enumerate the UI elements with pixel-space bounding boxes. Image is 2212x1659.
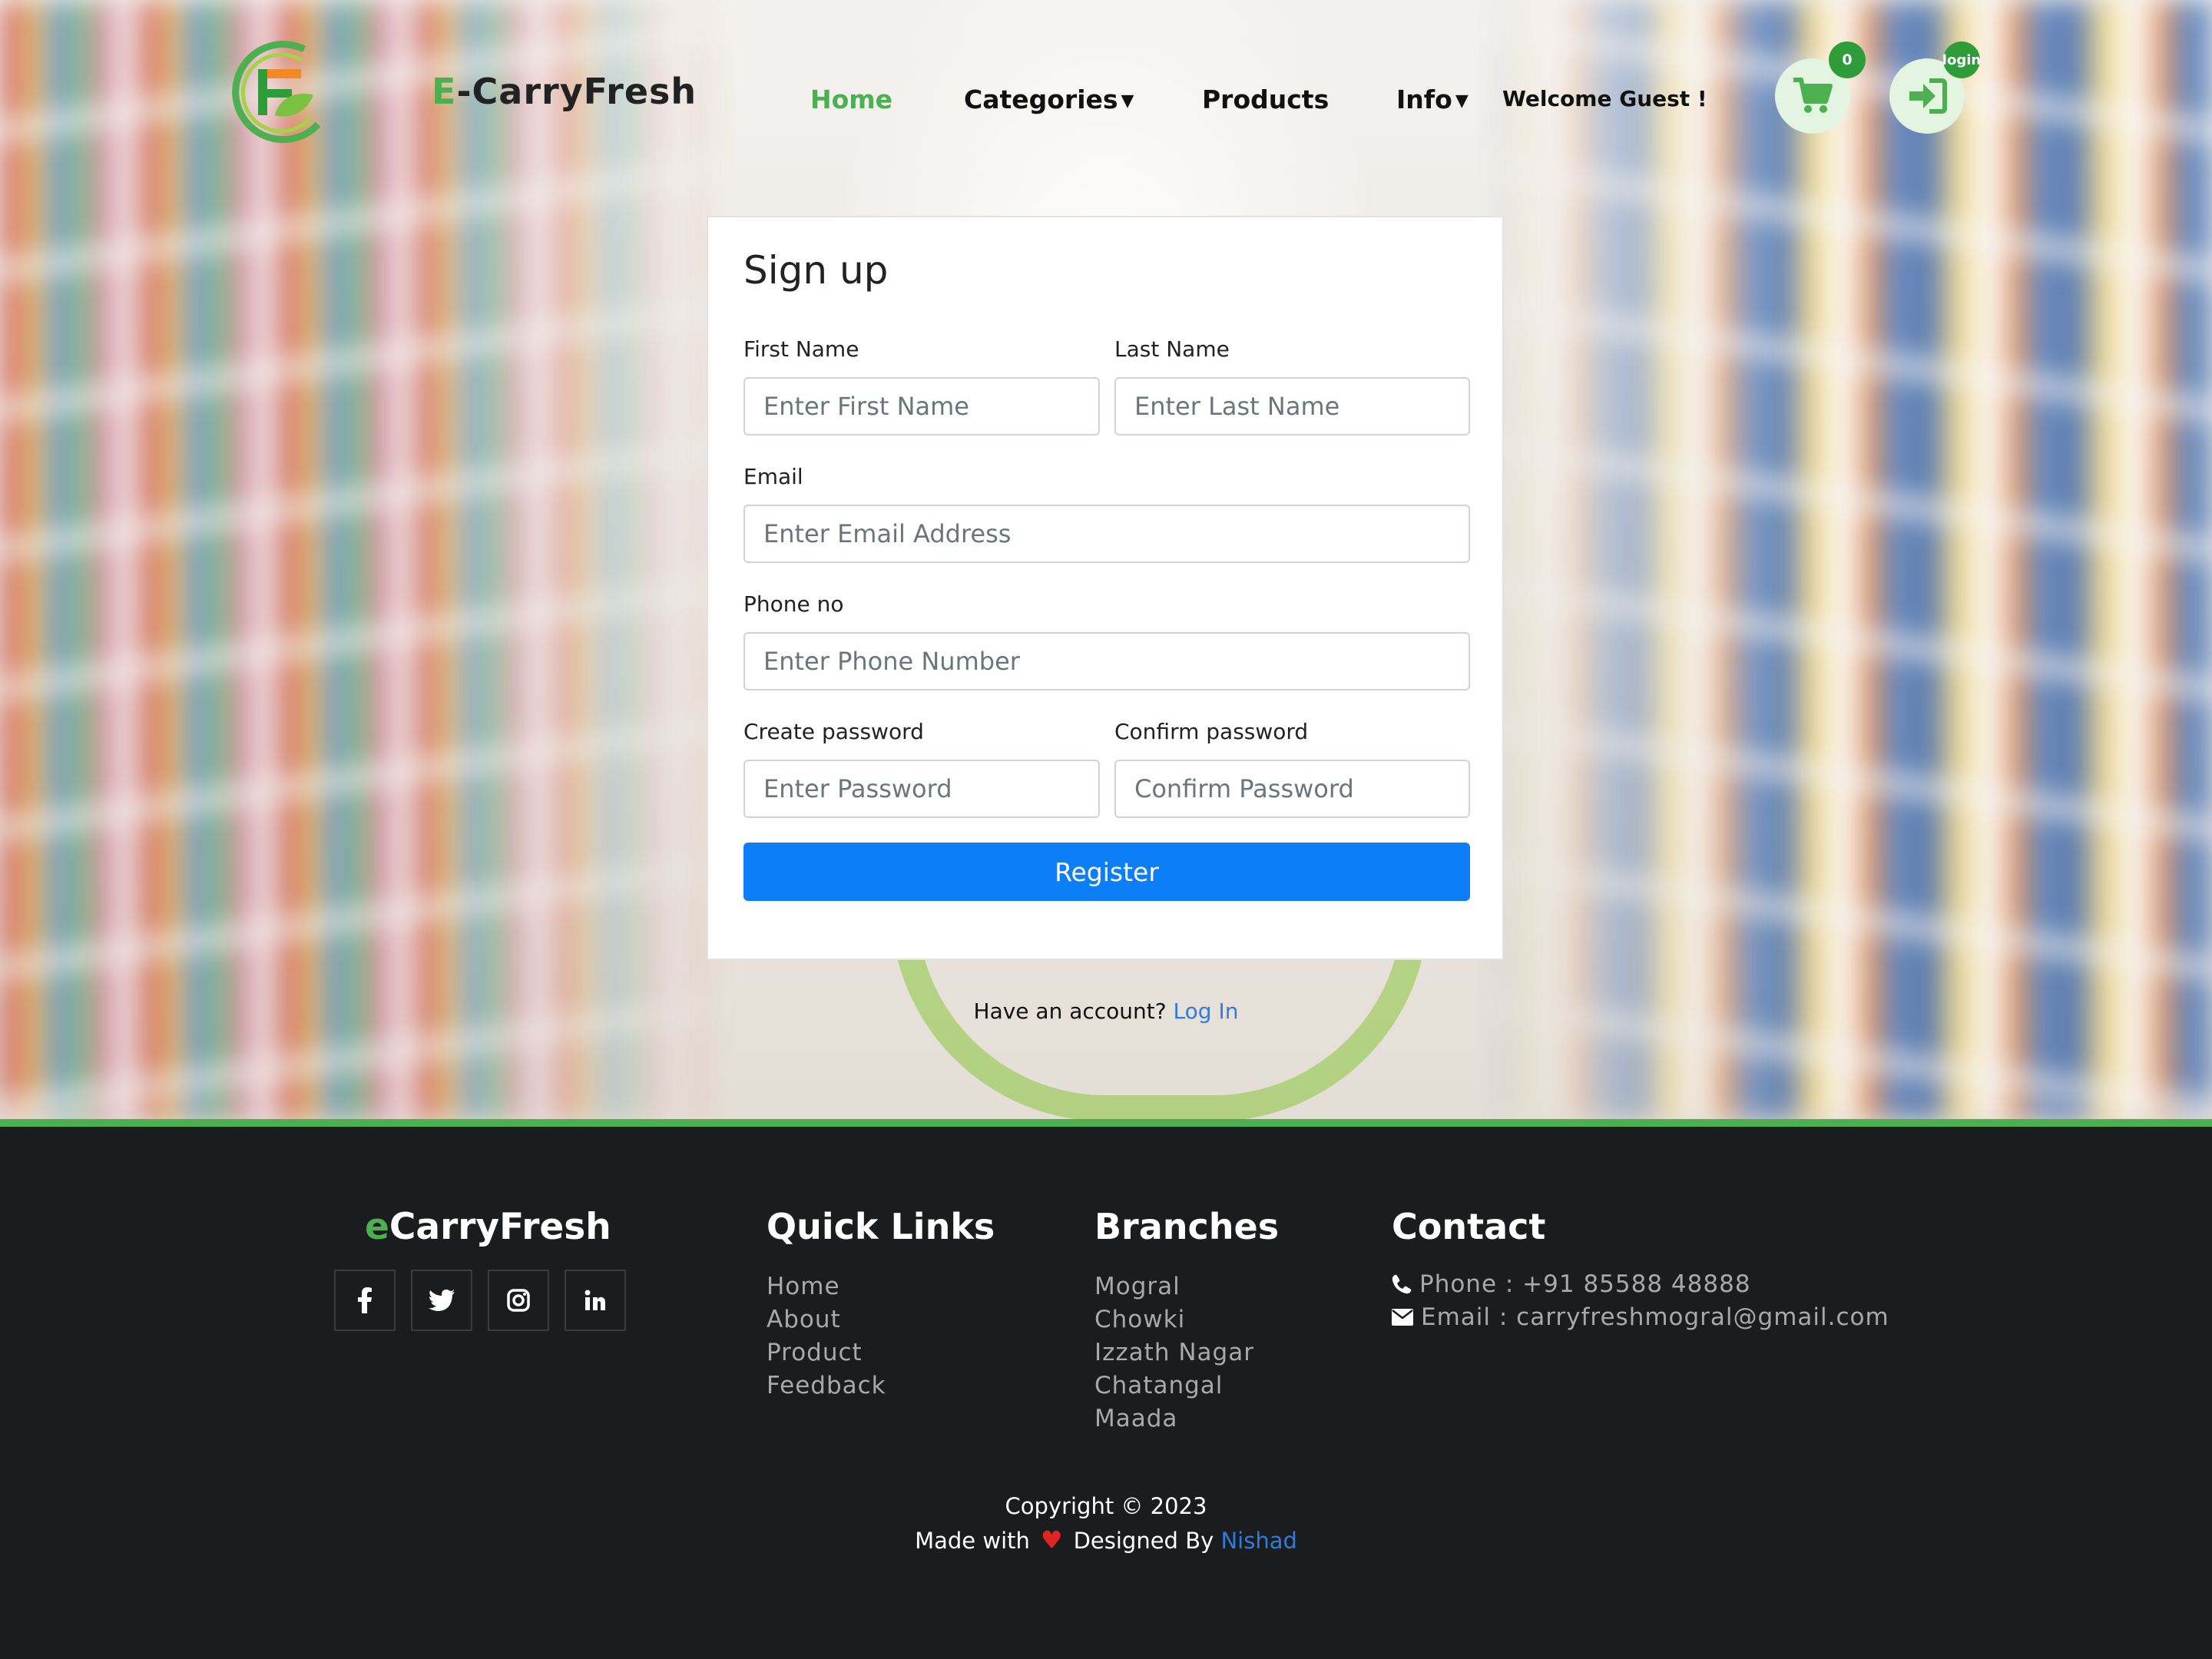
phone-input[interactable]: [743, 632, 1470, 690]
designed-by-text: Designed By: [1073, 1528, 1214, 1554]
credits-line: Made with ♥ Designed By Nishad: [0, 1525, 2212, 1555]
nav-categories-label: Categories: [964, 84, 1118, 114]
twitter-icon[interactable]: [411, 1270, 472, 1331]
copyright: Copyright © 2023: [1005, 1493, 1207, 1519]
password-input[interactable]: [743, 760, 1100, 818]
quick-links-title: Quick Links: [767, 1206, 995, 1247]
branches-title: Branches: [1094, 1206, 1280, 1247]
email-label: Email: [743, 464, 803, 489]
login-link[interactable]: Log In: [1174, 998, 1239, 1024]
password-label: Create password: [743, 719, 924, 744]
made-with-text: Made with: [915, 1528, 1030, 1554]
quick-link-feedback[interactable]: Feedback: [767, 1369, 886, 1402]
register-button[interactable]: Register: [743, 843, 1470, 901]
confirm-password-input[interactable]: [1114, 760, 1470, 818]
branch-item: Izzath Nagar: [1094, 1339, 1254, 1366]
brand-rest: -CarryFresh: [456, 71, 697, 112]
heart-icon: ♥: [1040, 1525, 1063, 1555]
branch-item: Chowki: [1094, 1306, 1186, 1333]
contact-phone: Phone : +91 85588 48888: [1392, 1270, 1751, 1298]
signup-title: Sign up: [743, 248, 889, 293]
shelf-left-image: [0, 0, 737, 1119]
nav-products[interactable]: Products: [1202, 84, 1329, 114]
nav-categories[interactable]: Categories ▼: [964, 84, 1134, 114]
confirm-password-label: Confirm password: [1114, 719, 1309, 744]
nav-info[interactable]: Info ▼: [1396, 84, 1469, 114]
footer-brand-prefix: e: [365, 1206, 389, 1248]
footer-brand: eCarryFresh: [365, 1206, 611, 1248]
first-name-label: First Name: [743, 336, 859, 362]
footer-divider: [0, 1119, 2212, 1127]
contact-title: Contact: [1392, 1206, 1546, 1247]
contact-email-text: Email : carryfreshmogral@gmail.com: [1421, 1303, 1889, 1331]
have-account-text: Have an account?: [973, 998, 1167, 1024]
quick-link-product[interactable]: Product: [767, 1336, 886, 1369]
brand-prefix: E: [432, 71, 457, 112]
phone-label: Phone no: [743, 591, 844, 617]
have-account-line: Have an account? Log In: [0, 998, 2212, 1024]
brand-name[interactable]: E-CarryFresh: [432, 71, 697, 112]
branch-item: Chatangal: [1094, 1372, 1224, 1399]
branches-list: Mogral Chowki Izzath Nagar Chatangal Maa…: [1094, 1270, 1254, 1435]
footer-brand-rest: CarryFresh: [389, 1206, 611, 1248]
linkedin-icon[interactable]: [565, 1270, 626, 1331]
email-input[interactable]: [743, 505, 1470, 563]
quick-links-list: Home About Product Feedback: [767, 1270, 886, 1402]
nav-home[interactable]: Home: [810, 84, 892, 114]
cart-count-badge: 0: [1829, 41, 1866, 78]
contact-phone-text: Phone : +91 85588 48888: [1419, 1270, 1751, 1298]
quick-link-home[interactable]: Home: [767, 1270, 886, 1303]
first-name-input[interactable]: [743, 377, 1100, 435]
quick-link-about[interactable]: About: [767, 1303, 886, 1336]
designer-link[interactable]: Nishad: [1220, 1528, 1296, 1554]
welcome-text: Welcome Guest !: [1502, 86, 1707, 111]
phone-icon: [1392, 1274, 1412, 1294]
facebook-icon[interactable]: [334, 1270, 396, 1331]
envelope-icon: [1392, 1309, 1413, 1326]
last-name-input[interactable]: [1114, 377, 1470, 435]
shelf-right-image: [1475, 0, 2212, 1119]
instagram-icon[interactable]: [488, 1270, 549, 1331]
contact-email: Email : carryfreshmogral@gmail.com: [1392, 1303, 1889, 1331]
nav-info-label: Info: [1396, 84, 1452, 114]
branch-item: Mogral: [1094, 1273, 1181, 1300]
login-badge: login: [1942, 41, 1981, 78]
chevron-down-icon: ▼: [1121, 91, 1134, 111]
branch-item: Maada: [1094, 1405, 1178, 1432]
signup-card: Sign up First Name Last Name Email Phone…: [707, 216, 1504, 960]
cart-icon: [1793, 78, 1833, 113]
brand-logo-icon[interactable]: [227, 40, 327, 147]
sign-in-icon: [1909, 78, 1947, 114]
chevron-down-icon: ▼: [1455, 91, 1469, 111]
last-name-label: Last Name: [1114, 336, 1230, 362]
